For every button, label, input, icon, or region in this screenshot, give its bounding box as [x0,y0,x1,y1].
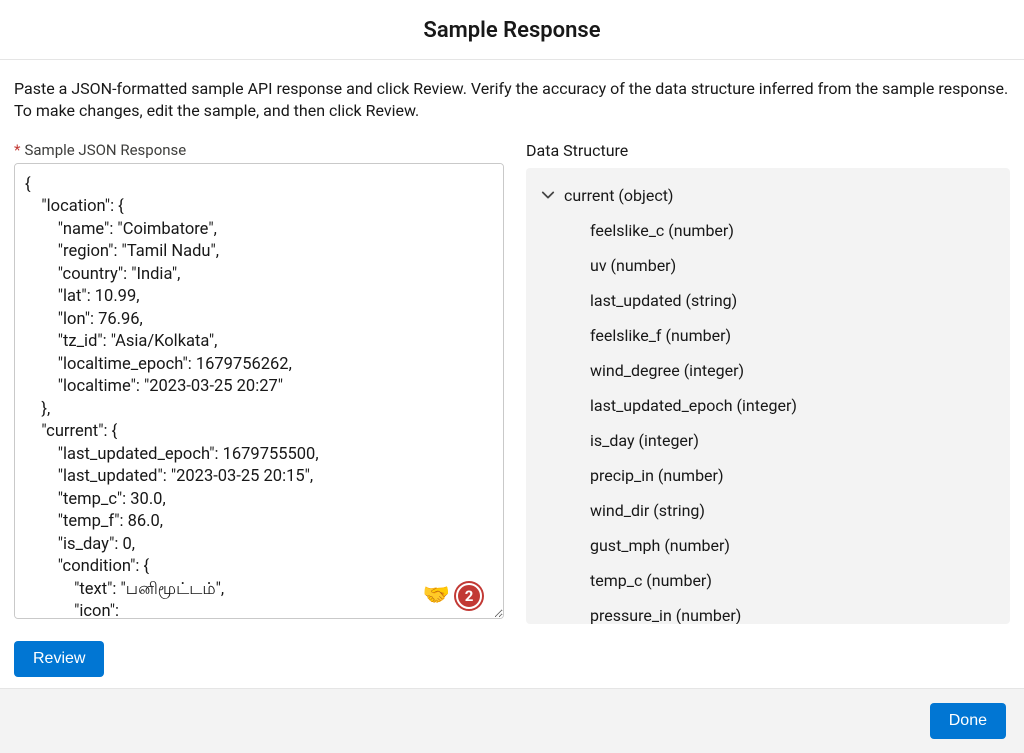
tree-child-label: pressure_in (number) [590,606,741,624]
tree-child-label: feelslike_f (number) [590,326,731,345]
sample-json-label-row: * Sample JSON Response [14,141,504,159]
tree-child-row[interactable]: feelslike_c (number) [534,213,1002,248]
tree-child-row[interactable]: is_day (integer) [534,423,1002,458]
tree-root-row[interactable]: current (object) [534,178,1002,213]
chevron-down-icon[interactable] [540,187,556,203]
tree-child-label: temp_c (number) [590,571,712,590]
dialog-title: Sample Response [0,18,1024,43]
tree-child-label: last_updated (string) [590,291,737,310]
tree-child-row[interactable]: precip_in (number) [534,458,1002,493]
tree-child-row[interactable]: uv (number) [534,248,1002,283]
required-marker: * [14,141,20,159]
tree-child-label: gust_mph (number) [590,536,730,555]
dialog-body: Paste a JSON-formatted sample API respon… [0,60,1024,688]
tree-root-label: current (object) [564,186,674,205]
done-button[interactable]: Done [930,703,1006,739]
data-structure-tree[interactable]: current (object) feelslike_c (number) uv … [526,168,1010,624]
tree-child-row[interactable]: pressure_in (number) [534,598,1002,624]
instructions-text: Paste a JSON-formatted sample API respon… [14,78,1010,123]
tree-child-label: wind_degree (integer) [590,361,744,380]
sample-json-column: * Sample JSON Response 🤝 2 Review [14,141,504,677]
tree-child-row[interactable]: temp_c (number) [534,563,1002,598]
tree-child-label: feelslike_c (number) [590,221,734,240]
tree-child-label: precip_in (number) [590,466,724,485]
review-button[interactable]: Review [14,641,104,677]
tree-child-row[interactable]: feelslike_f (number) [534,318,1002,353]
tree-child-row[interactable]: last_updated (string) [534,283,1002,318]
tree-child-label: last_updated_epoch (integer) [590,396,797,415]
tree-child-label: is_day (integer) [590,431,699,450]
tree-child-row[interactable]: wind_degree (integer) [534,353,1002,388]
data-structure-label: Data Structure [526,141,1010,160]
sample-json-textarea[interactable] [14,163,504,619]
tree-child-row[interactable]: gust_mph (number) [534,528,1002,563]
sample-response-dialog: Sample Response Paste a JSON-formatted s… [0,0,1024,753]
data-structure-column: Data Structure current (object) feelslik… [526,141,1010,677]
tree-child-label: uv (number) [590,256,676,275]
sample-json-label: Sample JSON Response [24,141,186,159]
tree-child-label: wind_dir (string) [590,501,705,520]
dialog-header: Sample Response [0,0,1024,60]
tree-child-row[interactable]: last_updated_epoch (integer) [534,388,1002,423]
dialog-footer: Done [0,688,1024,753]
tree-child-row[interactable]: wind_dir (string) [534,493,1002,528]
